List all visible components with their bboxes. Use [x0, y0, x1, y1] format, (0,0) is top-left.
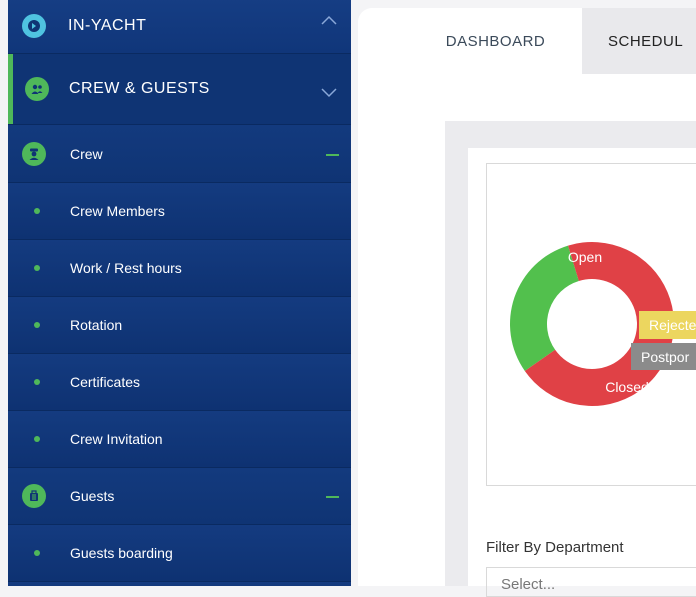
slice-label-rejected: Rejecte [649, 317, 696, 333]
bullet-icon [34, 379, 40, 385]
chart-container: Closed Open Rejecte Postpor [486, 163, 696, 486]
sidebar-item-label: Crew Members [70, 203, 165, 219]
sidebar-item-label: Work / Rest hours [70, 260, 182, 276]
bullet-icon [34, 208, 40, 214]
active-indicator [8, 54, 13, 124]
sidebar: IN-YACHT CREW & GUESTS Crew Crew Members… [8, 0, 351, 586]
sidebar-item-rotation[interactable]: Rotation [8, 297, 351, 354]
sidebar-item-partial[interactable] [8, 582, 351, 586]
sidebar-item-label: Crew [70, 145, 103, 162]
sidebar-item-label: Rotation [70, 317, 123, 333]
people-icon [25, 77, 49, 101]
sidebar-item-in-yacht[interactable]: IN-YACHT [8, 0, 351, 54]
select-placeholder: Select... [501, 576, 556, 593]
filter-label: Filter By Department [486, 539, 624, 556]
sidebar-item-label: IN-YACHT [68, 16, 147, 34]
sidebar-item-crew-members[interactable]: Crew Members [8, 183, 351, 240]
chevron-down-icon[interactable] [321, 85, 337, 103]
bullet-icon [34, 265, 40, 271]
sidebar-item-label: Guests boarding [70, 545, 173, 561]
luggage-icon [22, 484, 46, 508]
sidebar-item-crew-guests[interactable]: CREW & GUESTS [8, 54, 351, 125]
department-select[interactable]: Select... [486, 567, 696, 597]
slice-label-closed: Closed [605, 379, 649, 395]
sidebar-item-label: Certificates [70, 374, 141, 390]
yacht-icon [22, 13, 46, 38]
sidebar-item-guests-boarding[interactable]: Guests boarding [8, 525, 351, 582]
bullet-icon [34, 436, 40, 442]
sidebar-item-label: Guests [70, 488, 115, 504]
sidebar-item-label: CREW & GUESTS [69, 80, 210, 97]
sidebar-item-certificates[interactable]: Certificates [8, 354, 351, 411]
sidebar-item-work-rest-hours[interactable]: Work / Rest hours [8, 240, 351, 297]
sidebar-item-guests[interactable]: Guests [8, 468, 351, 525]
sidebar-item-crew-invitation[interactable]: Crew Invitation [8, 411, 351, 468]
slice-label-postponed: Postpor [641, 349, 690, 365]
bullet-icon [34, 322, 40, 328]
slice-label-open: Open [568, 249, 602, 265]
donut-chart: Closed Open Rejecte Postpor [510, 242, 696, 406]
tab-label: DASHBOARD [445, 32, 546, 50]
tab-dashboard[interactable]: DASHBOARD [410, 8, 581, 74]
sidebar-item-crew[interactable]: Crew [8, 125, 351, 183]
sidebar-item-label: Crew Invitation [70, 431, 163, 447]
collapse-icon[interactable] [326, 153, 339, 156]
crew-icon [22, 141, 46, 166]
tab-schedule[interactable]: SCHEDUL [582, 8, 696, 74]
bullet-icon [34, 550, 40, 556]
chevron-up-icon[interactable] [321, 12, 337, 30]
collapse-icon[interactable] [326, 496, 339, 498]
tab-label: SCHEDUL [608, 32, 684, 50]
